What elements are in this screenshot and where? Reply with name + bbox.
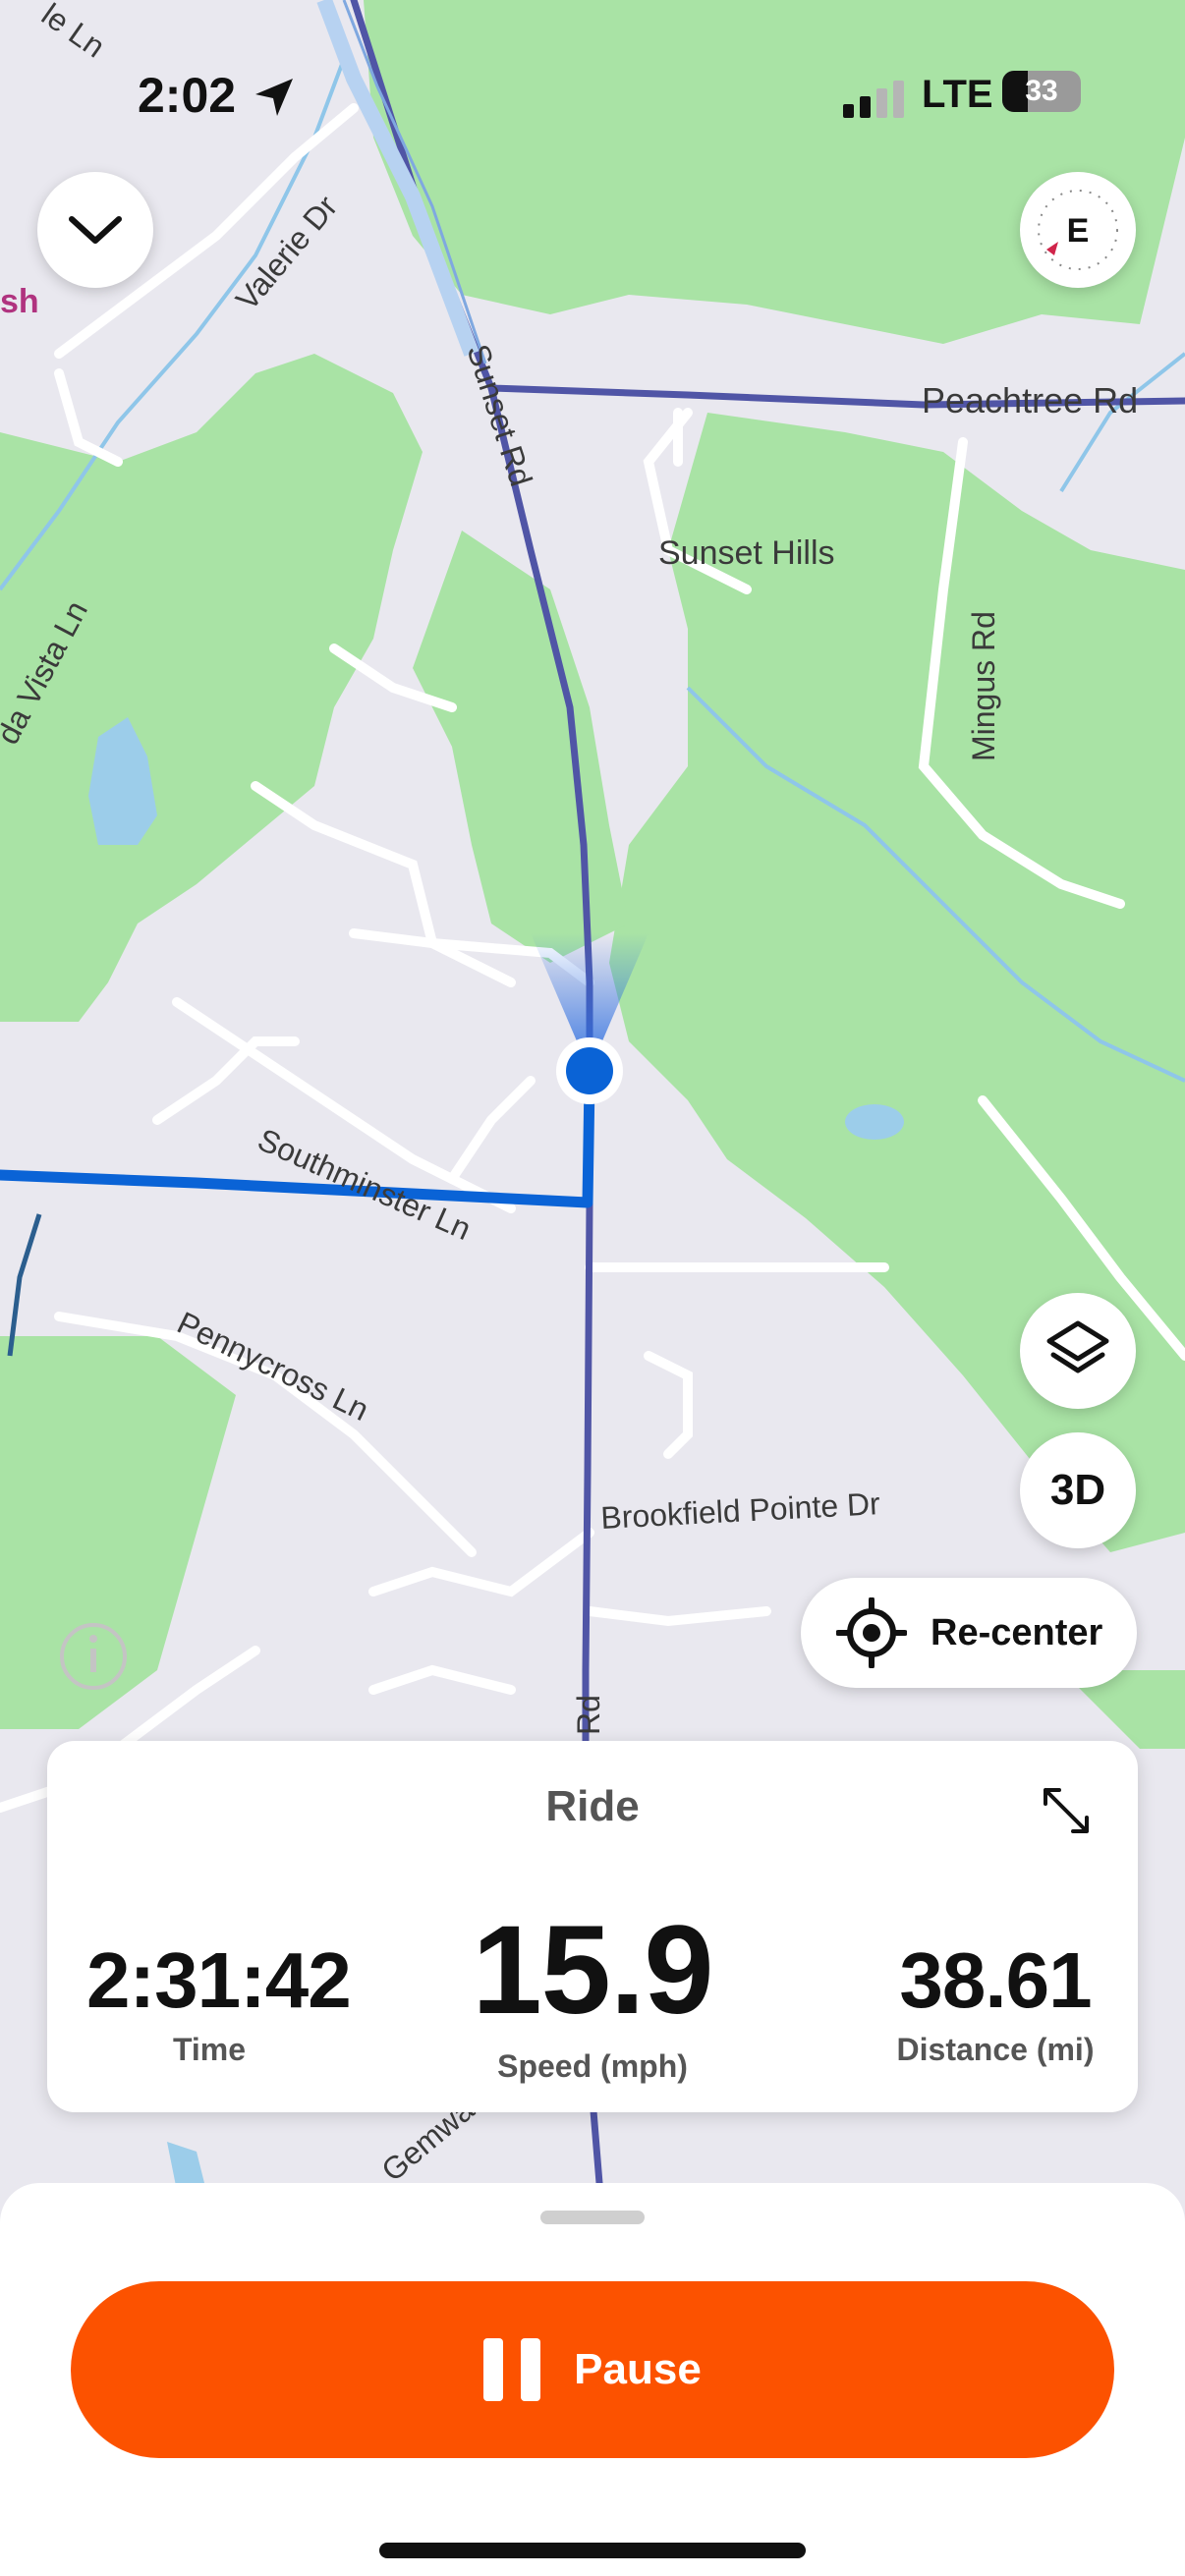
area-label: Sunset Hills <box>658 534 835 572</box>
compass-button[interactable]: E <box>1020 172 1136 288</box>
map-layers-button[interactable] <box>1020 1293 1136 1409</box>
chevron-down-icon <box>69 216 122 244</box>
distance-stat: 38.61 Distance (mi) <box>873 1935 1118 2068</box>
layers-icon <box>1046 1320 1109 1373</box>
3d-label: 3D <box>1049 1466 1106 1514</box>
distance-value: 38.61 <box>899 1936 1092 2024</box>
ride-stats-card: Ride 2:31:42 Time 15.9 Speed (mph) 38.61… <box>47 1741 1138 2112</box>
collapse-button[interactable] <box>37 172 153 288</box>
time-value: 2:31:42 <box>86 1936 352 2024</box>
speed-value: 15.9 <box>472 1900 713 2041</box>
time-stat: 2:31:42 Time <box>86 1935 352 2068</box>
home-indicator[interactable] <box>379 2543 806 2558</box>
location-arrow-icon <box>255 79 293 116</box>
street-label: Peachtree Rd <box>922 380 1138 420</box>
street-label: Mingus Rd <box>966 611 1001 761</box>
3d-toggle-button[interactable]: 3D <box>1020 1432 1136 1548</box>
bottom-sheet: Pause <box>0 2183 1185 2576</box>
signal-icon <box>843 81 904 118</box>
status-time: 2:02 <box>138 68 237 123</box>
network-label: LTE <box>922 73 993 116</box>
time-label: Time <box>172 2032 247 2067</box>
speed-stat: 15.9 Speed (mph) <box>440 1898 745 2085</box>
recenter-label: Re-center <box>931 1611 1103 1653</box>
sheet-drag-handle[interactable] <box>540 2211 645 2224</box>
activity-title: Ride <box>545 1782 640 1830</box>
status-bar: 2:02 LTE 33 <box>0 0 1185 196</box>
pause-label: Pause <box>574 2345 702 2393</box>
pause-button[interactable]: Pause <box>71 2281 1114 2458</box>
battery-percent: 33 <box>1025 75 1058 107</box>
compass-icon: E <box>1038 190 1118 270</box>
speed-label: Speed (mph) <box>497 2048 688 2084</box>
battery-icon: 33 <box>1002 71 1081 112</box>
crosshair-icon <box>836 1597 907 1668</box>
pause-icon <box>483 2338 541 2401</box>
expand-icon[interactable] <box>1040 1784 1093 1837</box>
street-label: Rd <box>571 1695 606 1735</box>
compass-letter: E <box>1067 212 1090 250</box>
recenter-button[interactable]: Re-center <box>801 1578 1137 1688</box>
distance-label: Distance (mi) <box>896 2032 1095 2067</box>
street-label: sh <box>0 283 39 320</box>
